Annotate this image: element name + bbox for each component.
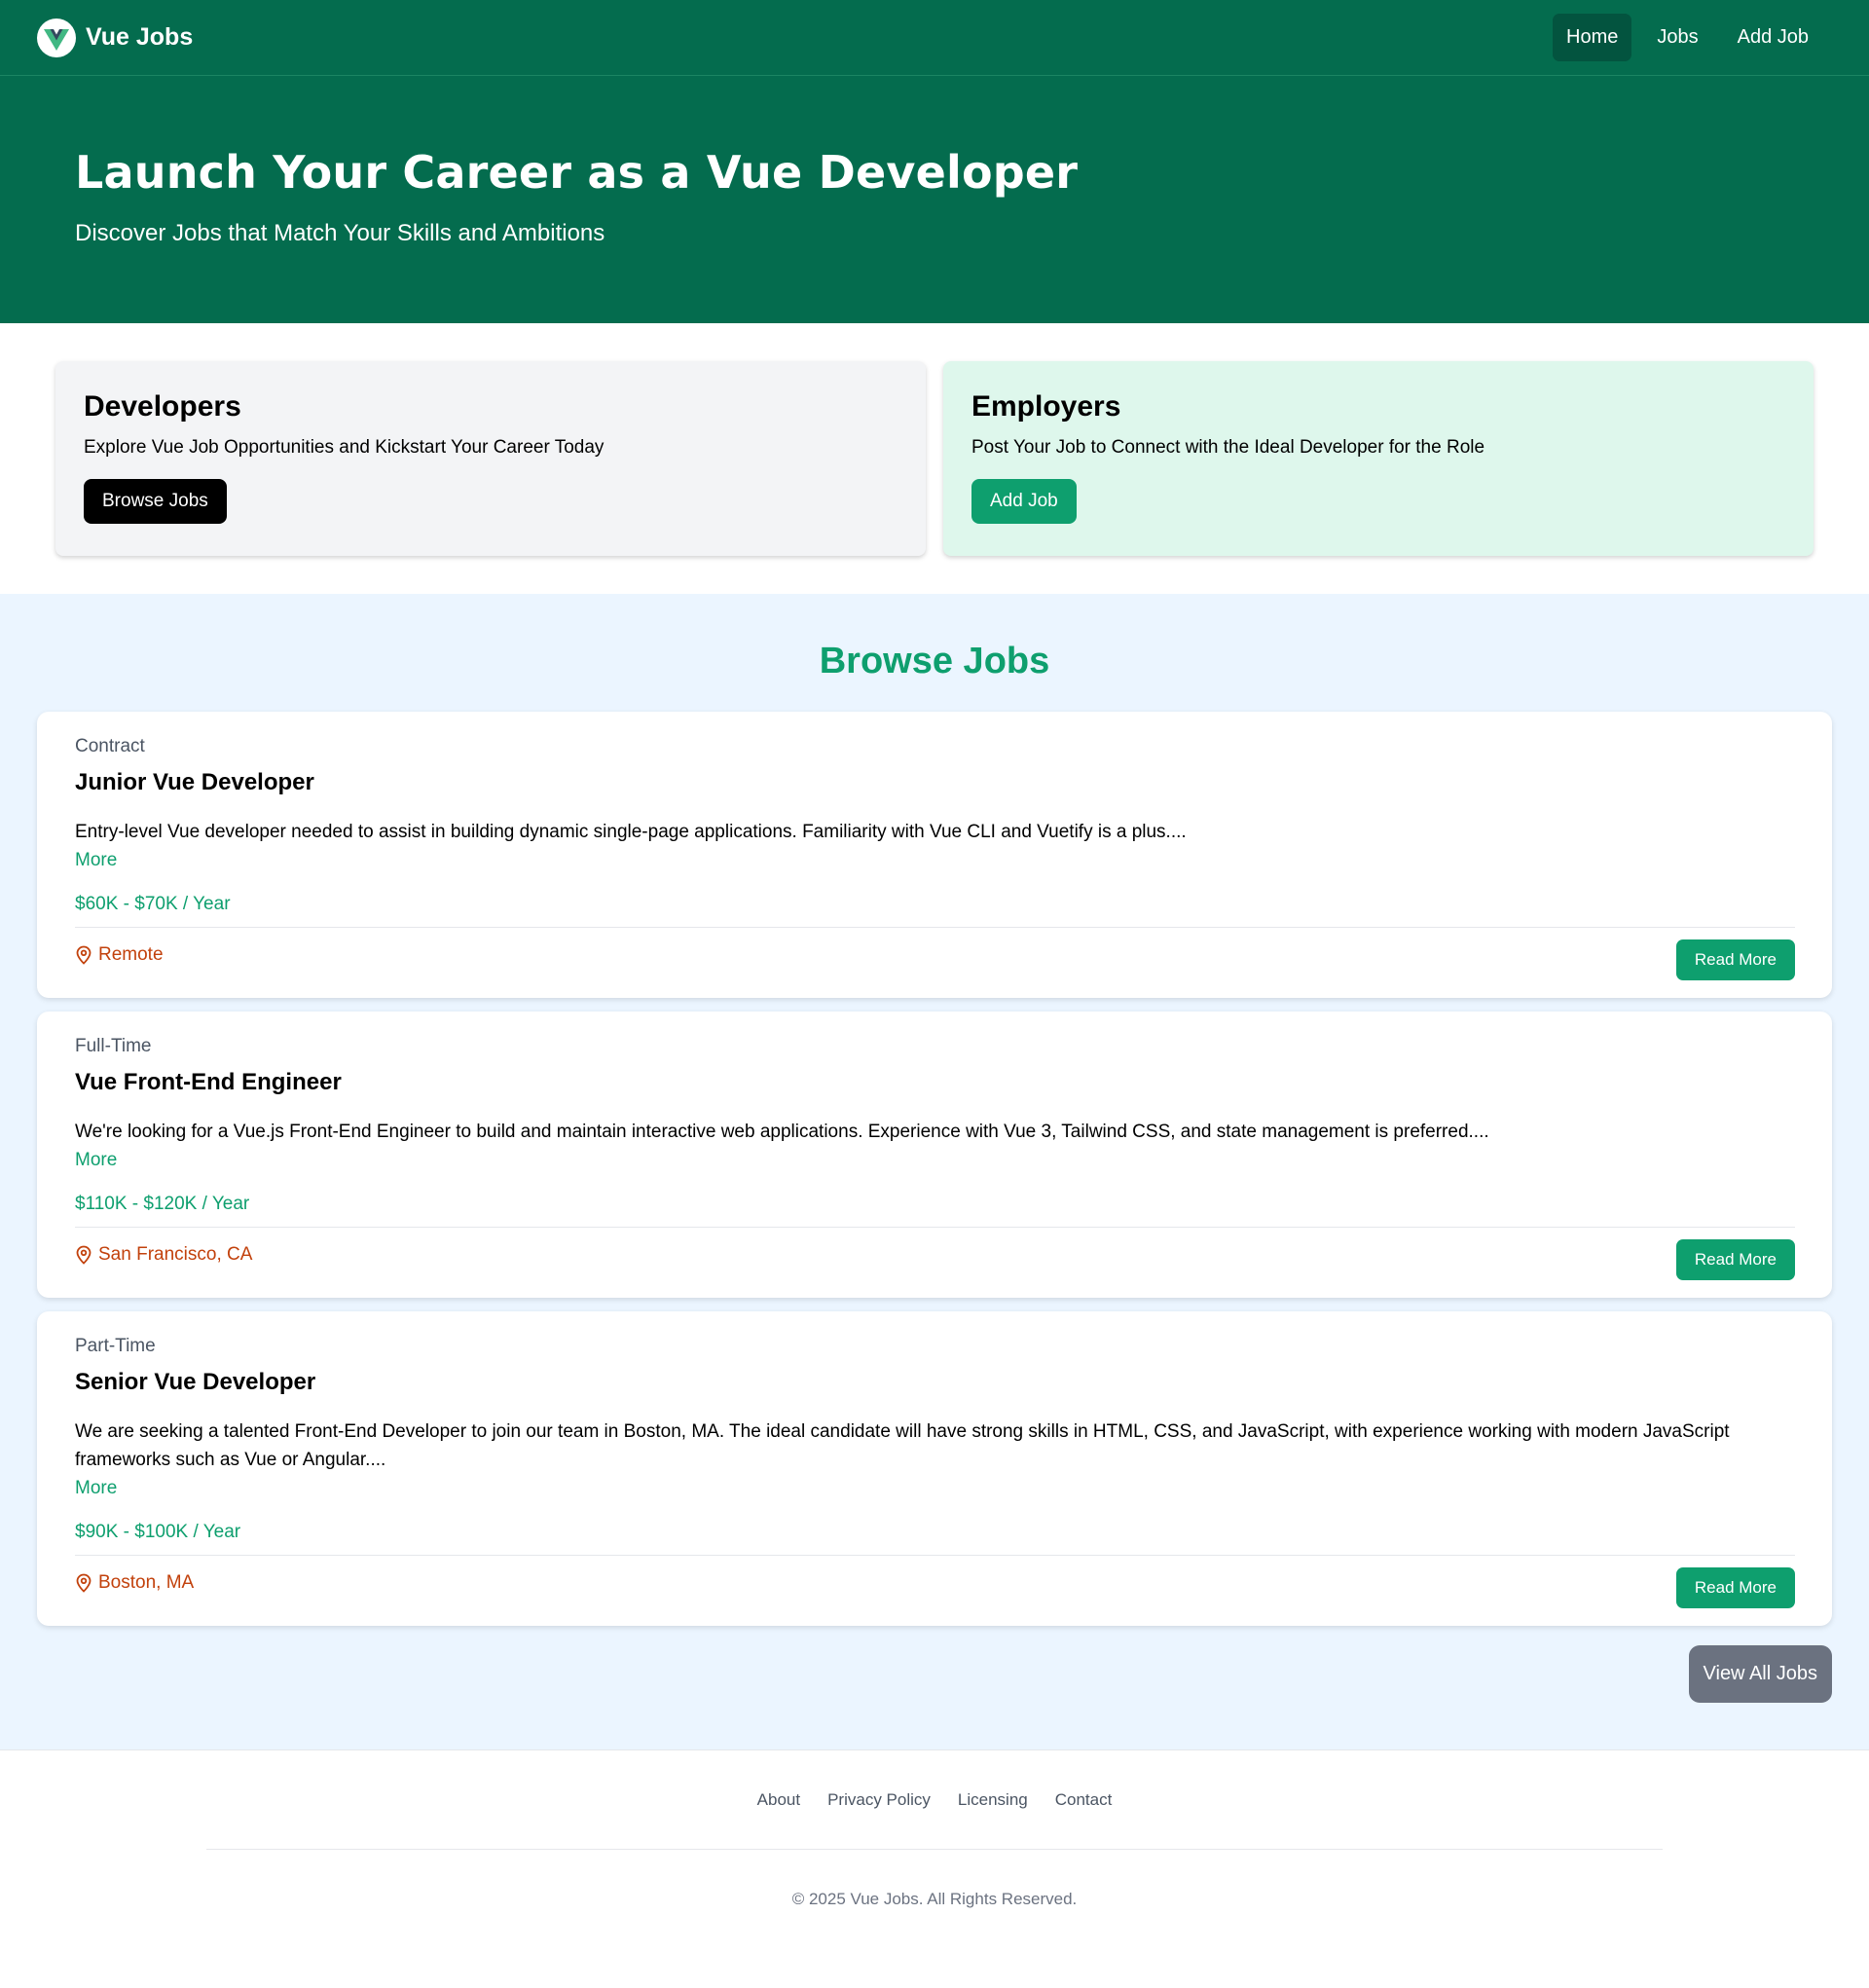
map-pin-icon: [76, 1573, 92, 1593]
browse-jobs-heading: Browse Jobs: [819, 641, 1050, 681]
footer-links: About Privacy Policy Licensing Contact: [0, 1790, 1869, 1810]
job-location-text: Boston, MA: [98, 1572, 195, 1593]
job-description: Entry-level Vue developer needed to assi…: [75, 822, 1187, 842]
job-location: San Francisco, CA: [75, 1244, 252, 1266]
footer-copyright: © 2025 Vue Jobs. All Rights Reserved.: [791, 1890, 1078, 1908]
developers-card-text: Explore Vue Job Opportunities and Kickst…: [84, 437, 605, 458]
footer-link-contact[interactable]: Contact: [1055, 1790, 1113, 1810]
job-salary: $110K - $120K / Year: [75, 1194, 1795, 1228]
job-location: Remote: [75, 944, 164, 966]
developers-card-title: Developers: [84, 390, 241, 423]
job-title: Vue Front-End Engineer: [75, 1069, 342, 1095]
add-job-button[interactable]: Add Job: [971, 479, 1077, 524]
job-more-link[interactable]: More: [75, 846, 1795, 874]
footer-link-privacy[interactable]: Privacy Policy: [827, 1790, 931, 1810]
job-salary: $60K - $70K / Year: [75, 894, 1795, 928]
brand[interactable]: Vue Jobs: [37, 18, 193, 57]
nav-link-jobs[interactable]: Jobs: [1643, 14, 1711, 61]
job-type: Part-Time: [75, 1336, 156, 1356]
job-footer: San Francisco, CA Read More: [75, 1239, 1795, 1280]
cta-cards: Developers Explore Vue Job Opportunities…: [0, 323, 1869, 594]
job-location-text: Remote: [98, 944, 164, 965]
job-location-text: San Francisco, CA: [98, 1244, 253, 1265]
developers-card: Developers Explore Vue Job Opportunities…: [55, 361, 926, 556]
job-card: Part-Time Senior Vue Developer We are se…: [37, 1311, 1832, 1626]
job-title: Senior Vue Developer: [75, 1369, 316, 1395]
employers-card-text: Post Your Job to Connect with the Ideal …: [971, 437, 1485, 458]
hero: Launch Your Career as a Vue Developer Di…: [0, 76, 1869, 323]
browse-jobs-section: Browse Jobs Contract Junior Vue Develope…: [0, 594, 1869, 1749]
job-location: Boston, MA: [75, 1572, 194, 1594]
job-type: Contract: [75, 736, 145, 756]
employers-card: Employers Post Your Job to Connect with …: [943, 361, 1814, 556]
brand-name: Vue Jobs: [86, 23, 194, 51]
job-salary: $90K - $100K / Year: [75, 1522, 1795, 1556]
job-type: Full-Time: [75, 1036, 152, 1056]
hero-subtitle: Discover Jobs that Match Your Skills and…: [75, 220, 605, 246]
vue-logo-icon: [37, 18, 76, 57]
view-all-jobs-button[interactable]: View All Jobs: [1688, 1645, 1832, 1703]
footer-divider: [206, 1849, 1663, 1850]
job-footer: Boston, MA Read More: [75, 1567, 1795, 1608]
footer-link-about[interactable]: About: [757, 1790, 800, 1810]
job-description: We're looking for a Vue.js Front-End Eng…: [75, 1122, 1489, 1142]
employers-card-title: Employers: [971, 390, 1121, 423]
footer: About Privacy Policy Licensing Contact ©…: [0, 1749, 1869, 1909]
browse-jobs-button[interactable]: Browse Jobs: [84, 479, 227, 524]
nav-links: Home Jobs Add Job: [1553, 14, 1822, 61]
map-pin-icon: [76, 945, 92, 965]
view-all-wrap: View All Jobs: [37, 1645, 1832, 1703]
map-pin-icon: [76, 1245, 92, 1265]
job-card: Full-Time Vue Front-End Engineer We're l…: [37, 1012, 1832, 1298]
read-more-button[interactable]: Read More: [1675, 1239, 1795, 1280]
job-more-link[interactable]: More: [75, 1146, 1795, 1174]
job-footer: Remote Read More: [75, 939, 1795, 980]
footer-link-licensing[interactable]: Licensing: [958, 1790, 1028, 1810]
hero-title: Launch Your Career as a Vue Developer: [75, 146, 1079, 199]
job-title: Junior Vue Developer: [75, 769, 314, 795]
job-description: We are seeking a talented Front-End Deve…: [75, 1421, 1730, 1470]
nav-link-home[interactable]: Home: [1553, 14, 1632, 61]
job-card: Contract Junior Vue Developer Entry-leve…: [37, 712, 1832, 998]
read-more-button[interactable]: Read More: [1675, 939, 1795, 980]
read-more-button[interactable]: Read More: [1675, 1567, 1795, 1608]
navbar: Vue Jobs Home Jobs Add Job: [0, 0, 1869, 76]
nav-link-add-job[interactable]: Add Job: [1724, 14, 1822, 61]
job-more-link[interactable]: More: [75, 1474, 1795, 1502]
